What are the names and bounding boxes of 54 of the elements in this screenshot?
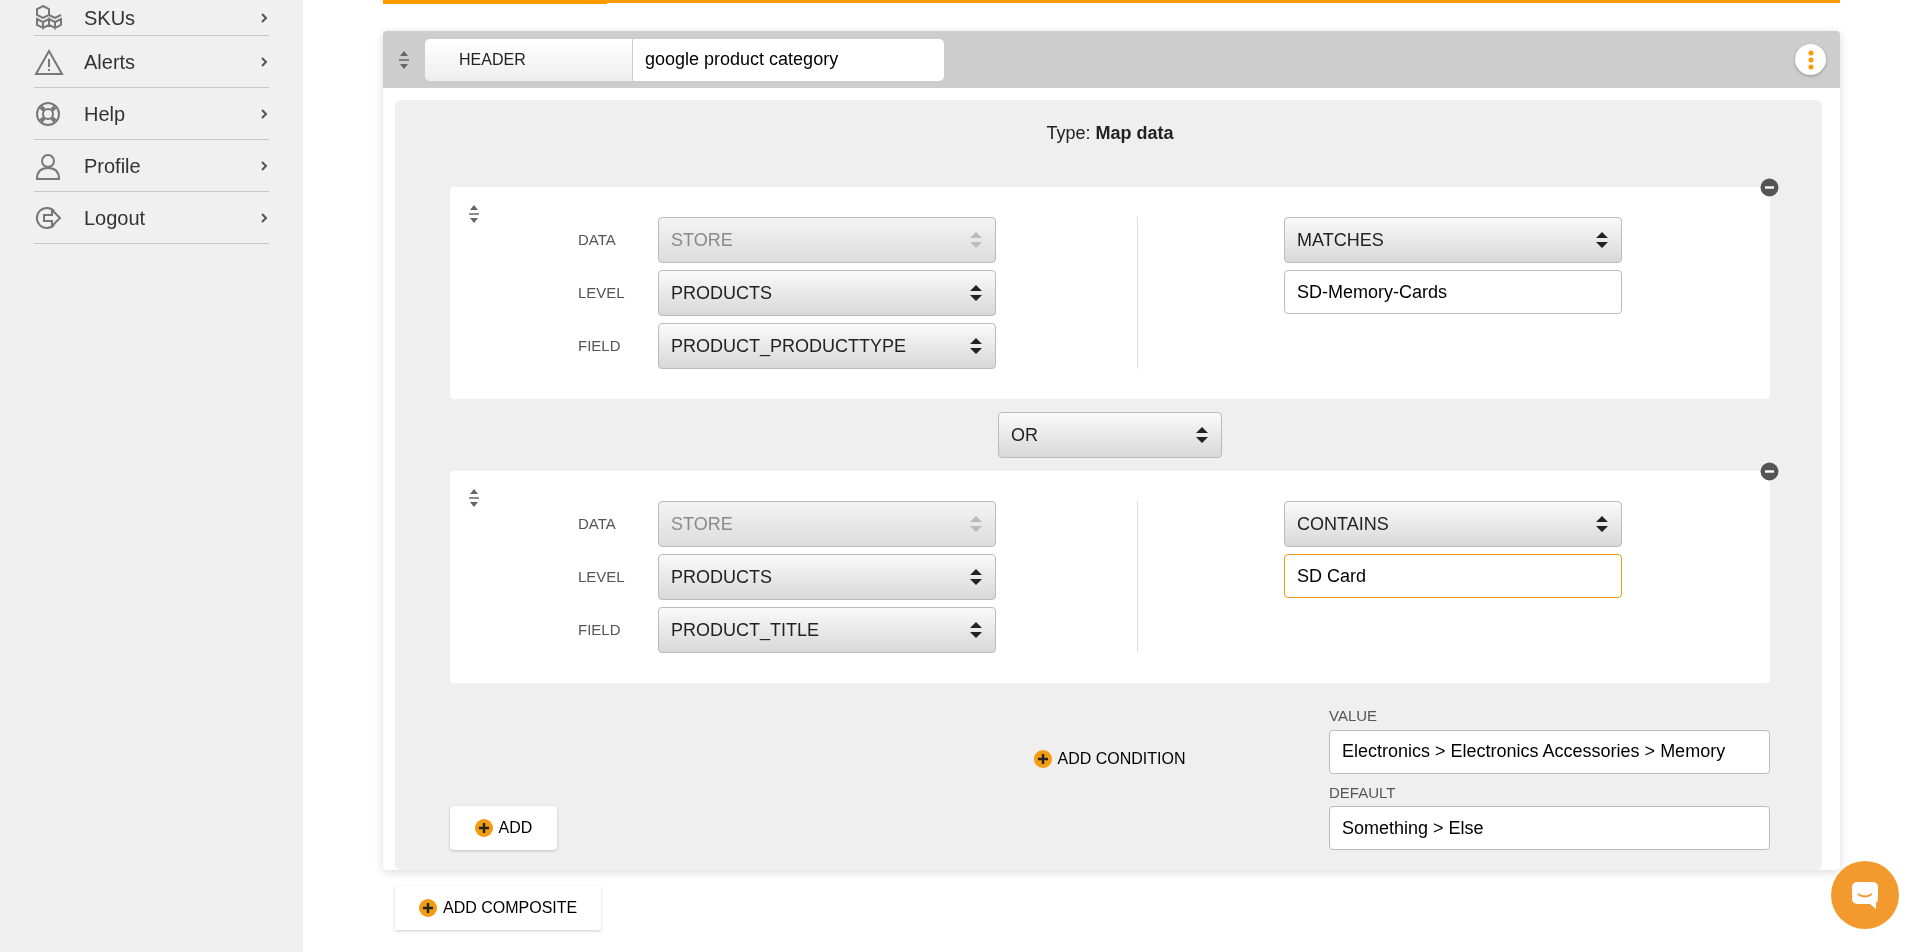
sort-caret-icon — [969, 336, 983, 356]
type-label: Type: Map data — [1046, 122, 1174, 145]
select-field[interactable]: PRODUCT_TITLE — [658, 607, 996, 653]
text-input[interactable]: Something > Else — [1329, 806, 1770, 850]
select-field[interactable]: PRODUCTS — [658, 554, 996, 600]
sort-caret-icon — [969, 567, 983, 587]
chevron-right-icon — [259, 159, 269, 172]
add-button[interactable]: ADD — [450, 806, 557, 850]
warning-icon — [34, 47, 64, 76]
select-field[interactable]: CONTAINS — [1284, 501, 1622, 547]
cubes-icon — [34, 3, 64, 32]
add-condition-button[interactable]: ADD CONDITION — [1027, 745, 1192, 772]
sidebar-item[interactable]: Help — [34, 88, 269, 140]
drag-handle-icon[interactable] — [467, 487, 481, 509]
field-label: FIELD — [577, 335, 622, 356]
plus-icon — [474, 819, 493, 837]
sort-caret-icon — [969, 620, 983, 640]
sidebar-item[interactable]: Profile — [34, 140, 269, 192]
header-label: HEADER — [425, 38, 633, 81]
field-label: VALUE — [1329, 706, 1379, 726]
chevron-right-icon — [259, 211, 269, 224]
plus-icon — [1033, 749, 1052, 768]
text-input[interactable]: SD Card — [1284, 554, 1622, 598]
header-input[interactable]: google product category — [633, 38, 944, 81]
kebab-icon — [1807, 49, 1814, 70]
sidebar-item[interactable]: Alerts — [34, 36, 269, 88]
text-input[interactable]: SD-Memory-Cards — [1284, 270, 1622, 314]
sort-caret-icon — [969, 283, 983, 303]
remove-icon[interactable] — [1760, 178, 1779, 197]
remove-icon[interactable] — [1760, 462, 1779, 481]
text-input[interactable]: Electronics > Electronics Accessories > Memory — [1329, 729, 1770, 774]
sort-caret-icon — [1195, 425, 1209, 445]
chevron-right-icon — [259, 107, 269, 120]
add-composite-button[interactable]: ADD COMPOSITE — [395, 886, 602, 930]
chat-icon — [1850, 880, 1880, 910]
field-label: DEFAULT — [1329, 782, 1397, 803]
sidebar-item[interactable]: Logout — [34, 192, 269, 244]
sort-caret-icon — [969, 230, 983, 250]
field-label: LEVEL — [577, 282, 626, 303]
chevron-right-icon — [259, 55, 269, 68]
drag-handle-icon[interactable] — [467, 203, 481, 225]
sort-caret-icon — [1595, 230, 1609, 250]
field-label: LEVEL — [577, 566, 626, 587]
select-field[interactable]: PRODUCTS — [658, 270, 996, 316]
select-field[interactable]: OR — [998, 412, 1222, 458]
sort-caret-icon — [969, 514, 983, 534]
sort-caret-icon — [1595, 514, 1609, 534]
select-field: STORE — [658, 501, 996, 547]
select-field[interactable]: PRODUCT_PRODUCTTYPE — [658, 323, 996, 369]
plus-icon — [419, 899, 437, 917]
sidebar-item[interactable]: SKUs — [34, 0, 269, 36]
select-field: STORE — [658, 217, 996, 263]
chevron-right-icon — [259, 11, 269, 24]
select-field[interactable]: MATCHES — [1284, 217, 1622, 263]
